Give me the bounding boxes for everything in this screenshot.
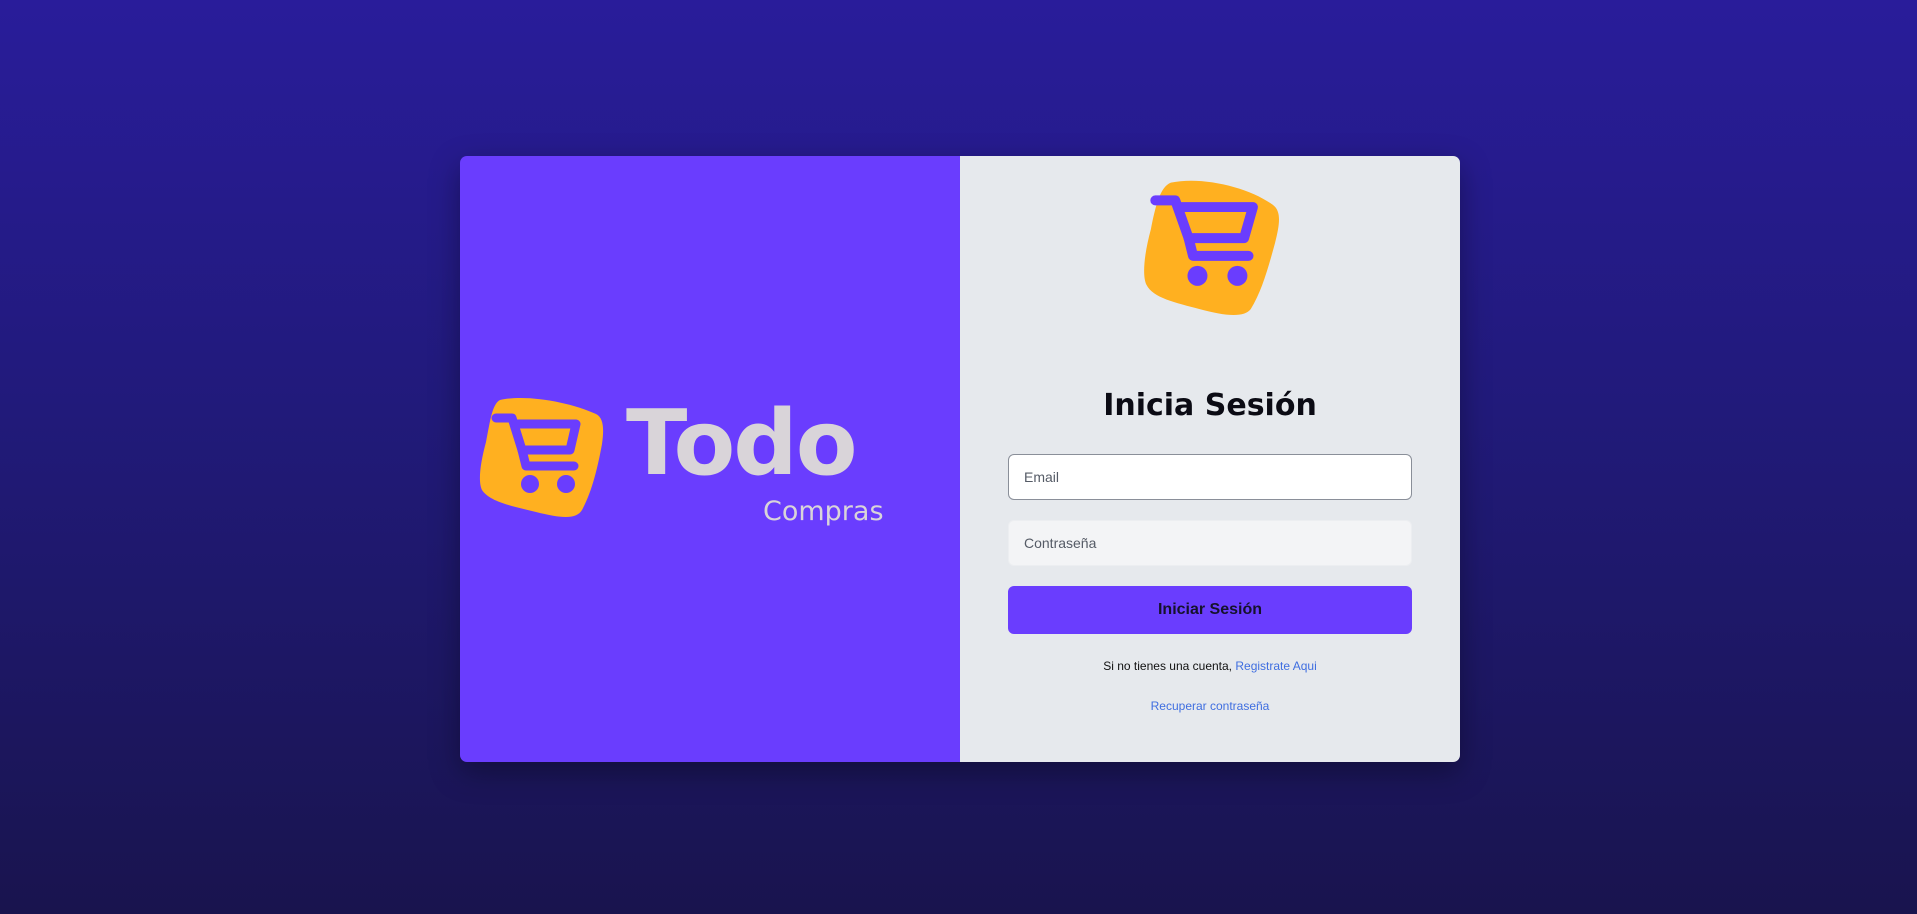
brand-subtitle: Compras bbox=[763, 496, 884, 527]
shopping-cart-icon bbox=[1144, 180, 1280, 315]
register-prompt-text: Si no tienes una cuenta, bbox=[1103, 659, 1233, 673]
email-field[interactable] bbox=[1008, 454, 1412, 500]
page-title: Inicia Sesión bbox=[1103, 388, 1317, 423]
brand-name: Todo bbox=[626, 391, 858, 496]
login-panel: Inicia Sesión Iniciar Sesión Si no tiene… bbox=[960, 156, 1460, 762]
shopping-cart-icon bbox=[479, 397, 604, 517]
register-link[interactable]: Registrate Aqui bbox=[1235, 659, 1316, 673]
recover-password-link[interactable]: Recuperar contraseña bbox=[1151, 699, 1270, 713]
brand-panel: Todo Compras bbox=[460, 156, 960, 762]
login-button[interactable]: Iniciar Sesión bbox=[1008, 586, 1412, 634]
register-prompt: Si no tienes una cuenta, Registrate Aqui bbox=[960, 658, 1460, 674]
login-card: Todo Compras Inicia Sesión Iniciar Sesió… bbox=[460, 156, 1460, 762]
brand-logo-group: Todo Compras bbox=[478, 391, 884, 532]
recover-password-row: Recuperar contraseña bbox=[960, 698, 1460, 714]
password-field[interactable] bbox=[1008, 520, 1412, 566]
